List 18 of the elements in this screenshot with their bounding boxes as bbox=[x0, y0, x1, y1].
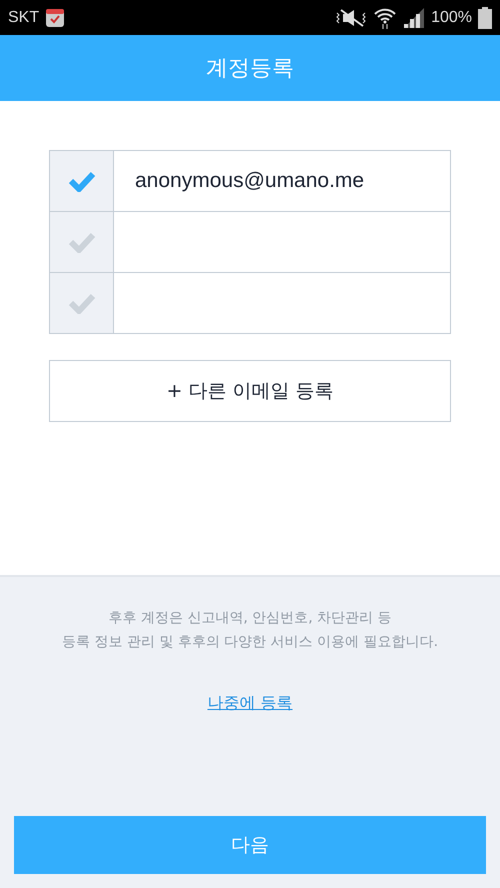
account-row[interactable] bbox=[50, 211, 450, 272]
calendar-icon bbox=[45, 8, 66, 28]
check-icon[interactable] bbox=[68, 231, 96, 253]
check-icon[interactable] bbox=[68, 292, 96, 314]
battery-icon bbox=[478, 6, 492, 28]
email-address: anonymous@umano.me bbox=[135, 169, 364, 193]
account-row[interactable]: anonymous@umano.me bbox=[50, 151, 450, 211]
battery-level: 100% bbox=[431, 8, 472, 26]
mute-icon bbox=[335, 8, 368, 28]
carrier-name: SKT bbox=[8, 8, 40, 26]
check-icon[interactable] bbox=[68, 170, 96, 192]
wifi-icon bbox=[373, 6, 398, 28]
signal-icon bbox=[403, 6, 426, 28]
add-email-button[interactable]: + 다른 이메일 등록 bbox=[49, 360, 451, 422]
account-row[interactable] bbox=[50, 272, 450, 333]
info-text: 등록 정보 관리 및 후후의 다양한 서비스 이용에 필요합니다. bbox=[62, 633, 438, 651]
screen-title: 계정등록 bbox=[206, 55, 294, 83]
info-text: 후후 계정은 신고내역, 안심번호, 차단관리 등 bbox=[108, 609, 392, 627]
